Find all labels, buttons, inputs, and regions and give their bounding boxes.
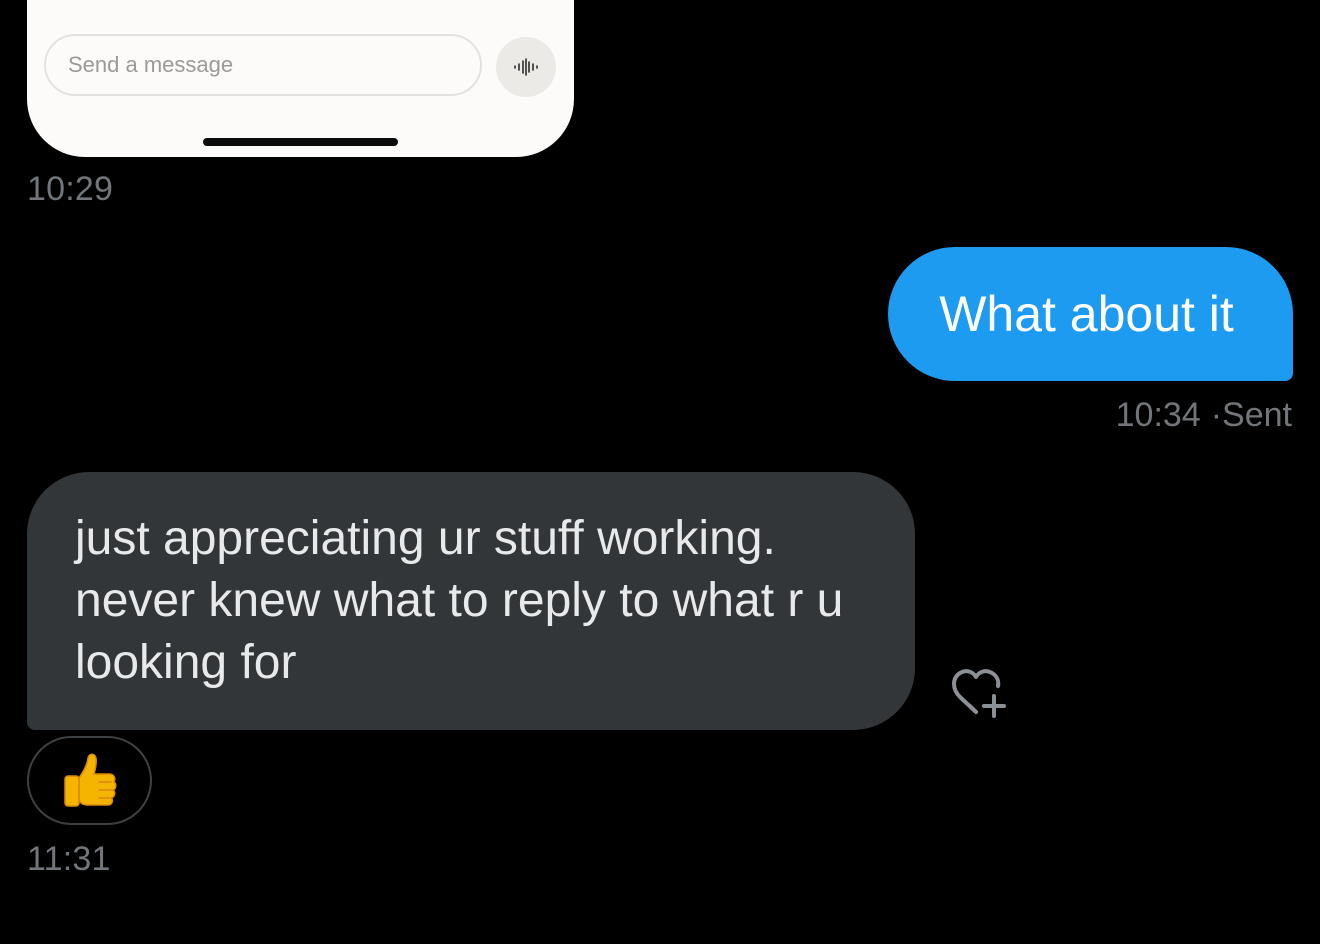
waveform-icon	[496, 37, 556, 97]
message-text: just appreciating ur stuff working. neve…	[75, 512, 844, 689]
incoming-message-bubble[interactable]: just appreciating ur stuff working. neve…	[27, 472, 915, 730]
dm-conversation: Send a message 10:29 What about it 10:34	[0, 0, 1320, 944]
status-separator: ·	[1210, 396, 1223, 434]
outgoing-message-bubble[interactable]: What about it	[888, 247, 1293, 381]
shared-screenshot-image[interactable]: Send a message	[27, 0, 574, 157]
heart-plus-icon[interactable]	[940, 664, 1010, 724]
screenshot-message-input: Send a message	[44, 34, 482, 96]
thumbs-up-icon	[63, 753, 117, 807]
reaction-badge[interactable]	[27, 736, 152, 825]
message-status: 10:34 · Sent	[1116, 396, 1292, 435]
message-timestamp: 10:34	[1115, 396, 1201, 434]
message-timestamp: 11:31	[27, 840, 111, 878]
home-indicator	[203, 138, 398, 146]
delivery-status: Sent	[1222, 396, 1292, 434]
screenshot-input-placeholder: Send a message	[68, 52, 234, 77]
message-text: What about it	[939, 286, 1234, 342]
message-timestamp: 10:29	[27, 170, 114, 208]
